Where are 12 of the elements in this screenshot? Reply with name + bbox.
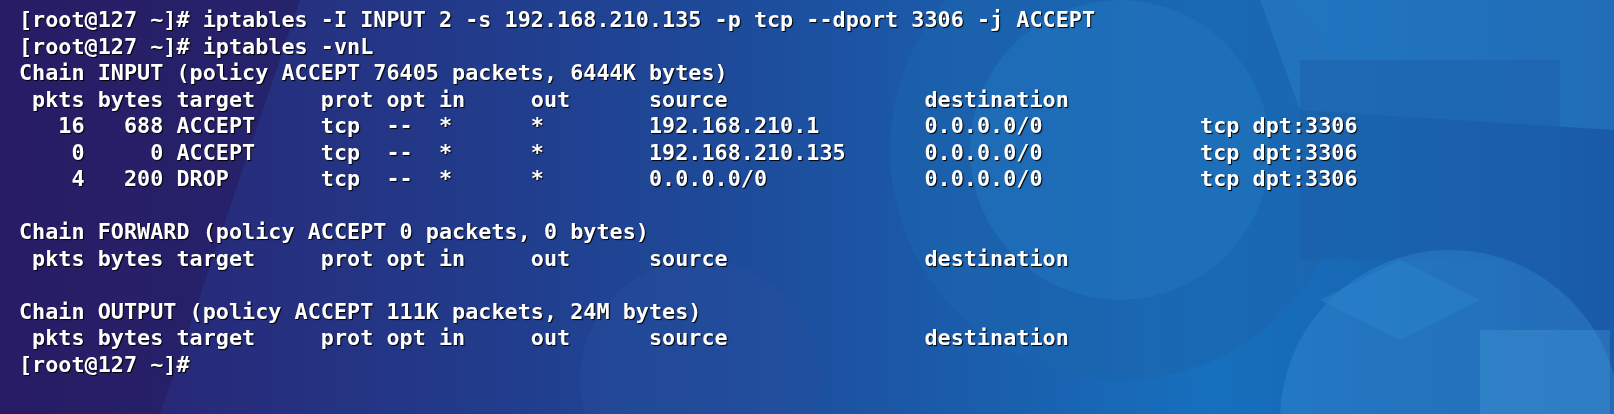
terminal-line: Chain FORWARD (policy ACCEPT 0 packets, 0 bytes) [19, 219, 649, 246]
terminal-line: [root@127 ~]# iptables -I INPUT 2 -s 192.168.210.135 -p tcp --dport 3306 -j ACCEPT [19, 7, 1096, 34]
terminal-line: pkts bytes target prot opt in out source destination [31, 325, 1069, 352]
terminal-line: 16 688 ACCEPT tcp -- * * 192.168.210.1 0.0.0.0/0 tcp dpt:3306 [57, 113, 1358, 140]
terminal-line: [root@127 ~]# [19, 351, 190, 378]
terminal-line: Chain OUTPUT (policy ACCEPT 111K packets, 24M bytes) [19, 298, 702, 325]
terminal-line: 4 200 DROP tcp -- * * 0.0.0.0/0 0.0.0.0/0 tcp dpt:3306 [70, 166, 1358, 193]
terminal-line: pkts bytes target prot opt in out source destination [31, 245, 1069, 272]
terminal-line: [root@127 ~]# iptables -vnL [19, 33, 374, 60]
terminal-line: pkts bytes target prot opt in out source destination [31, 86, 1069, 113]
terminal-line: Chain INPUT (policy ACCEPT 76405 packets, 6444K bytes) [19, 60, 728, 87]
terminal-line: 0 0 ACCEPT tcp -- * * 192.168.210.135 0.0.0.0/0 tcp dpt:3306 [70, 139, 1358, 166]
